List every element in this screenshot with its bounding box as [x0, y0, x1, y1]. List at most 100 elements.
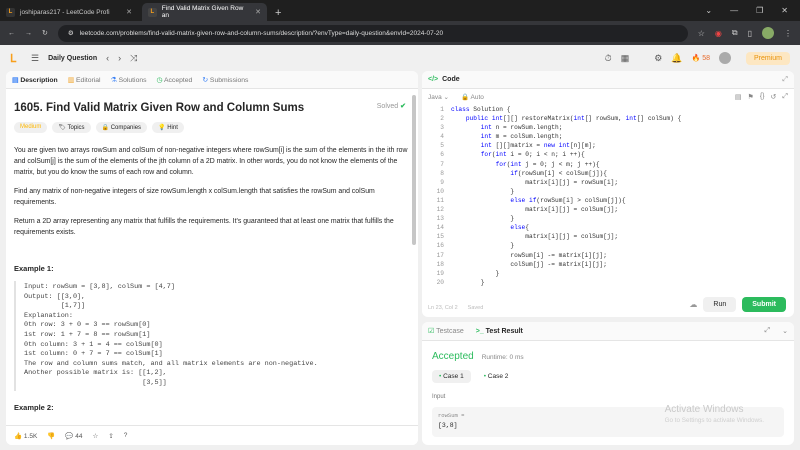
reload-icon[interactable]: ↻ — [42, 29, 48, 37]
auto-label: Auto — [470, 94, 484, 101]
notes-icon[interactable]: ▤ — [735, 93, 742, 101]
autocomplete-toggle[interactable]: 🔒 Auto — [461, 93, 484, 101]
case-pass-dot-icon: • — [483, 373, 486, 380]
extensions-puzzle-icon[interactable]: ⧉ — [732, 28, 738, 38]
expand-panel-icon[interactable]: ⤢ — [765, 327, 771, 335]
tab-test-result[interactable]: >_ Test Result — [476, 328, 523, 335]
language-select[interactable]: Java ⌄ — [428, 93, 449, 101]
tab-title: Find Valid Matrix Given Row an — [161, 5, 244, 19]
new-tab-icon[interactable]: + — [275, 7, 281, 19]
case-2-tab[interactable]: • Case 2 — [477, 370, 516, 383]
solved-status: Solved ✔ — [377, 102, 406, 110]
forward-icon[interactable]: → — [25, 30, 32, 37]
terminal-icon: >_ — [475, 327, 484, 335]
watermark-subtitle: Go to Settings to activate Windows. — [664, 417, 764, 424]
accepted-status: Accepted — [432, 351, 474, 362]
user-avatar[interactable] — [718, 52, 731, 64]
tab-submissions[interactable]: ↻ Submissions — [202, 76, 248, 84]
tab-testcase[interactable]: ☑ Testcase — [428, 327, 464, 335]
topics-pill[interactable]: 🏷 Topics — [52, 122, 91, 133]
tab-search-icon[interactable]: ⌄ — [705, 6, 712, 15]
streak-counter[interactable]: 🔥 58 — [692, 54, 710, 62]
hint-pill[interactable]: 💡 Hint — [152, 122, 184, 133]
collapse-panel-icon[interactable]: ⌄ — [782, 327, 788, 335]
close-window-icon[interactable]: ✕ — [781, 6, 788, 15]
tab-description[interactable]: ▤ Description — [12, 76, 58, 84]
back-icon[interactable]: ← — [8, 30, 15, 37]
browser-tab-problem[interactable]: L Find Valid Matrix Given Row an ✕ — [142, 3, 267, 21]
dislike-button[interactable]: 👎 — [47, 432, 55, 440]
solutions-tab-icon: ⚗ — [110, 76, 117, 84]
leetcode-logo-icon[interactable]: ᒪ — [10, 52, 22, 65]
timer-icon[interactable]: ⏱ — [605, 53, 612, 64]
settings-icon[interactable]: ⚙ — [654, 53, 662, 64]
bookmark-star-icon[interactable]: ☆ — [698, 29, 705, 38]
share-icon[interactable]: ⇪ — [108, 432, 113, 440]
comments-button[interactable]: 💬 44 — [65, 432, 82, 440]
companies-pill[interactable]: 🔒 Companies — [95, 122, 148, 133]
favorite-star-icon[interactable]: ☆ — [93, 432, 99, 440]
help-icon[interactable]: ? — [124, 432, 128, 439]
result-tabs: ☑ Testcase >_ Test Result ⤢ ⌄ — [422, 322, 794, 341]
notifications-icon[interactable]: 🔔 — [671, 53, 682, 64]
extension-icon[interactable]: ◉ — [715, 29, 722, 38]
code-panel-title: Code — [442, 76, 460, 83]
maximize-panel-icon[interactable]: ⤢ — [782, 76, 788, 84]
fullscreen-icon[interactable]: ⤢ — [782, 93, 788, 101]
code-text[interactable]: class Solution { public int[][] restoreM… — [451, 105, 681, 287]
bookmark-icon[interactable]: ⚑ — [748, 93, 754, 101]
minimize-icon[interactable]: — — [730, 6, 738, 15]
tab-label: Description — [20, 76, 58, 84]
comment-icon: 💬 — [65, 432, 74, 440]
upload-icon[interactable]: ☁ — [689, 300, 697, 309]
check-circle-icon: ✔ — [400, 103, 406, 110]
url-field[interactable]: ⚙ leetcode.com/problems/find-valid-matri… — [57, 24, 688, 42]
run-button[interactable]: Run — [703, 297, 737, 312]
browser-actions: ☆ ◉ ⧉ ▯ ⋮ — [698, 27, 792, 39]
site-info-icon[interactable]: ⚙ — [68, 29, 74, 37]
tab-solutions[interactable]: ⚗ Solutions — [111, 76, 147, 84]
profile-avatar[interactable] — [762, 27, 774, 39]
tab-label: Editorial — [76, 76, 101, 84]
problem-list-icon[interactable]: ☰ — [31, 53, 39, 64]
code-brackets-icon: </> — [428, 76, 439, 83]
address-bar-row: ← → ↻ ⚙ leetcode.com/problems/find-valid… — [0, 21, 800, 45]
like-count: 1.5K — [23, 432, 38, 440]
browser-tab-profile[interactable]: L joshiparas217 - LeetCode Profi ✕ — [0, 3, 138, 21]
tab-accepted[interactable]: ◷ Accepted — [157, 76, 193, 84]
tab-label: Test Result — [485, 327, 523, 335]
tab-title: joshiparas217 - LeetCode Profi — [20, 8, 110, 16]
tab-label: Accepted — [163, 76, 193, 84]
format-braces-icon[interactable]: {} — [760, 93, 765, 101]
next-problem-icon[interactable]: › — [118, 53, 121, 63]
browser-menu-icon[interactable]: ⋮ — [784, 29, 792, 38]
pill-label: Companies — [110, 125, 142, 131]
close-tab-icon[interactable]: ✕ — [255, 8, 261, 16]
pill-label: Topics — [67, 125, 85, 131]
premium-button[interactable]: Premium — [745, 51, 790, 65]
close-tab-icon[interactable]: ✕ — [126, 8, 132, 16]
case-label: Case 2 — [487, 373, 509, 380]
code-panel: </> Code ⤢ Java ⌄ 🔒 Auto ▤ ⚑ {} ↺ ⤢ 1 2 … — [422, 71, 794, 317]
description-tab-icon: ▤ — [12, 76, 19, 84]
problem-title[interactable]: 1605. Find Valid Matrix Given Row and Co… — [14, 102, 410, 114]
tab-label: Testcase — [436, 328, 464, 335]
prev-problem-icon[interactable]: ‹ — [106, 53, 109, 63]
tab-label: Submissions — [209, 76, 249, 84]
maximize-icon[interactable]: ❐ — [756, 6, 763, 15]
tab-label: Solutions — [118, 76, 147, 84]
reset-code-icon[interactable]: ↺ — [771, 93, 777, 101]
description-scrollbar[interactable] — [412, 95, 416, 245]
code-editor[interactable]: 1 2 3 4 5 6 7 8 9 10 11 12 13 14 15 16 1… — [422, 105, 794, 286]
sidepanel-icon[interactable]: ▯ — [748, 29, 752, 38]
tab-editorial[interactable]: ▥ Editorial — [68, 76, 101, 84]
daily-question-title[interactable]: Daily Question — [48, 55, 97, 62]
case-1-tab[interactable]: • Case 1 — [432, 370, 471, 383]
thumbs-down-icon: 👎 — [47, 432, 56, 440]
leetcode-favicon-icon: L — [148, 7, 157, 17]
layout-icon[interactable]: ▦ — [621, 53, 630, 64]
like-button[interactable]: 👍 1.5K — [14, 432, 37, 440]
shuffle-icon[interactable]: ⤨ — [130, 53, 137, 64]
comment-count: 44 — [75, 432, 83, 440]
submit-button[interactable]: Submit — [742, 297, 786, 312]
